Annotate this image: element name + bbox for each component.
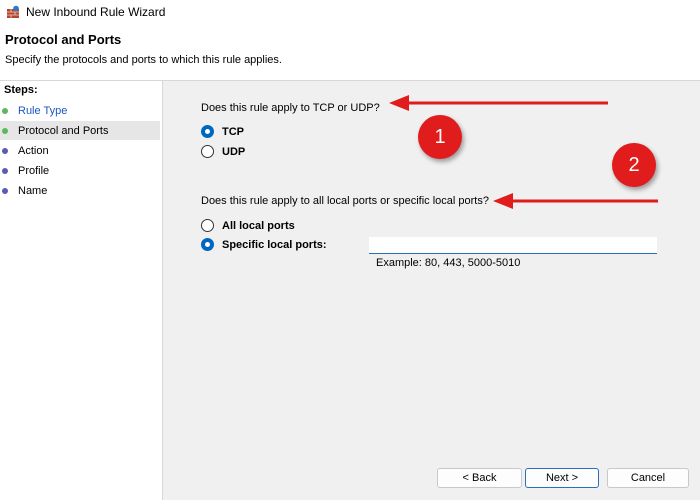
ports-question: Does this rule apply to all local ports … [201, 195, 489, 207]
radio-all-local-ports[interactable]: All local ports [201, 219, 295, 232]
step-label: Rule Type [18, 104, 68, 117]
radio-button-checked[interactable] [201, 238, 214, 251]
page-title: Protocol and Ports [5, 32, 122, 47]
cancel-button[interactable]: Cancel [607, 468, 689, 488]
radio-label: All local ports [222, 219, 295, 232]
step-label: Name [18, 184, 48, 197]
ports-example-hint: Example: 80, 443, 5000-5010 [376, 257, 521, 269]
radio-tcp[interactable]: TCP [201, 125, 244, 138]
radio-label: TCP [222, 125, 244, 138]
wizard-header: Protocol and Ports Specify the protocols… [0, 24, 700, 81]
protocol-question: Does this rule apply to TCP or UDP? [201, 102, 380, 114]
steps-heading: Steps: [4, 84, 38, 96]
wizard-content: Does this rule apply to TCP or UDP? TCP … [163, 81, 700, 500]
radio-button-checked[interactable] [201, 125, 214, 138]
step-label: Action [18, 144, 49, 157]
next-button[interactable]: Next > [525, 468, 599, 488]
step-status-icon [2, 127, 8, 134]
step-action[interactable]: Action [0, 141, 160, 160]
step-protocol-and-ports[interactable]: Protocol and Ports [0, 121, 160, 140]
specific-ports-input[interactable] [369, 237, 657, 254]
radio-specific-local-ports[interactable]: Specific local ports: [201, 238, 327, 251]
title-bar: New Inbound Rule Wizard [0, 0, 700, 24]
radio-udp[interactable]: UDP [201, 145, 245, 158]
radio-button[interactable] [201, 145, 214, 158]
radio-label: Specific local ports: [222, 238, 327, 251]
page-subtitle: Specify the protocols and ports to which… [5, 54, 282, 66]
step-label: Profile [18, 164, 50, 177]
step-status-icon [2, 107, 8, 114]
back-button[interactable]: < Back [437, 468, 522, 488]
step-name[interactable]: Name [0, 181, 160, 200]
step-label: Protocol and Ports [18, 124, 109, 137]
step-status-icon [2, 167, 8, 174]
window-title: New Inbound Rule Wizard [26, 5, 166, 19]
step-status-icon [2, 187, 8, 194]
step-status-icon [2, 147, 8, 154]
radio-button[interactable] [201, 219, 214, 232]
step-rule-type[interactable]: Rule Type [0, 101, 160, 120]
steps-panel: Steps: Rule Type Protocol and Ports Acti… [0, 81, 163, 500]
radio-label: UDP [222, 145, 246, 158]
step-profile[interactable]: Profile [0, 161, 160, 180]
firewall-icon [6, 5, 20, 19]
